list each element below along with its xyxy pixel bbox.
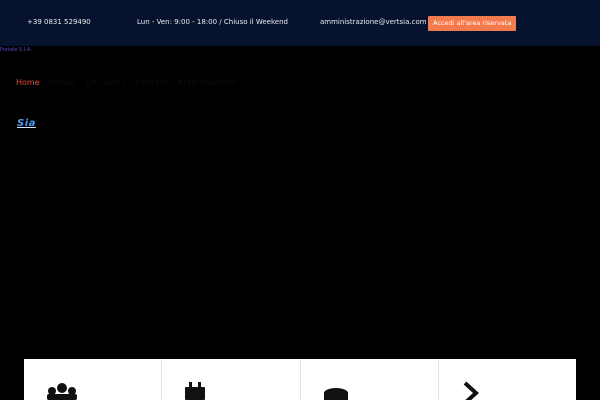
nav-item-chi-siamo[interactable]: Chi siamo <box>86 78 125 87</box>
calendar-icon <box>184 381 206 400</box>
feature-card-calendar[interactable] <box>162 359 301 400</box>
site-logo[interactable]: Sia <box>17 118 36 129</box>
nav-item-servizi[interactable]: Servizi <box>50 78 77 87</box>
feature-cards <box>24 359 576 400</box>
feature-card-next[interactable] <box>439 359 576 400</box>
opening-hours: Lun - Ven: 9:00 - 18:00 / Chiuso il Week… <box>137 18 288 26</box>
feature-card-payments[interactable] <box>301 359 439 400</box>
email-address[interactable]: amministrazione@vertsia.com <box>320 17 427 27</box>
portal-label: Portale S.I.A. <box>0 47 32 53</box>
phone-number[interactable]: +39 0831 529490 <box>27 17 91 27</box>
coin-icon <box>323 381 349 400</box>
chevron-right-icon <box>461 381 481 400</box>
nav-item-area-riservata[interactable]: Area Riservata <box>178 78 237 87</box>
main-navigation: Home Servizi Chi siamo Contatti Area Ris… <box>16 78 237 87</box>
reserved-area-login-button[interactable]: Accedi all'area riservata <box>428 16 517 31</box>
top-info-bar: +39 0831 529490 Lun - Ven: 9:00 - 18:00 … <box>0 0 600 46</box>
feature-card-team[interactable] <box>24 359 163 400</box>
nav-item-contatti[interactable]: Contatti <box>136 78 168 87</box>
nav-item-home[interactable]: Home <box>16 78 40 87</box>
group-icon <box>46 381 78 400</box>
